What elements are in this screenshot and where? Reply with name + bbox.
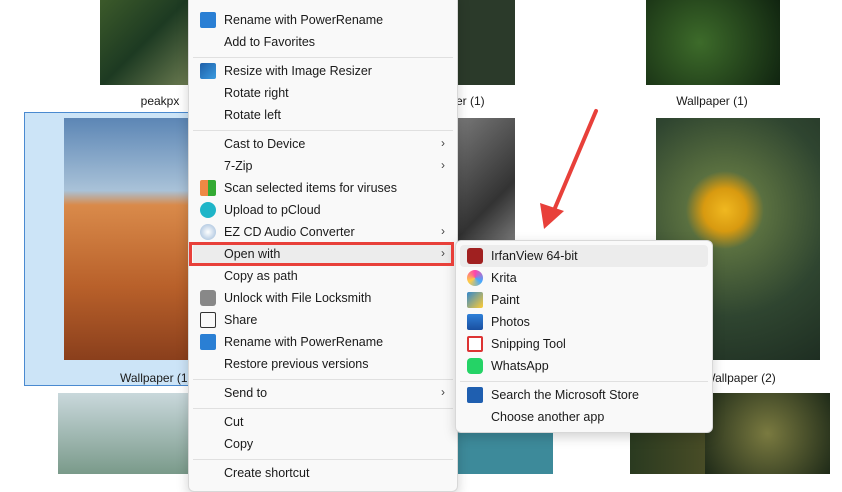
image-resizer-icon <box>200 63 216 79</box>
menu-item-restore-previous-versions[interactable]: Restore previous versions <box>193 353 453 375</box>
chevron-right-icon: › <box>441 136 445 150</box>
menu-item-label: WhatsApp <box>491 359 549 373</box>
menu-separator <box>460 381 708 382</box>
photos-icon <box>467 314 483 330</box>
menu-item-label: Rotate left <box>224 108 281 122</box>
menu-item-label: 7-Zip <box>224 159 253 173</box>
menu-separator <box>193 459 453 460</box>
menu-item-label: Copy <box>224 437 254 451</box>
menu-item-cut[interactable]: Cut <box>193 411 453 433</box>
powerrename-icon <box>200 334 216 350</box>
menu-item-label: Cut <box>224 415 244 429</box>
menu-item-snipping-tool[interactable]: Snipping Tool <box>460 333 708 355</box>
menu-item-label: Paint <box>491 293 520 307</box>
thumbnail[interactable] <box>455 0 515 85</box>
menu-item-share[interactable]: Share <box>193 309 453 331</box>
menu-item-irfanview-64-bit[interactable]: IrfanView 64-bit <box>460 245 708 267</box>
thumbnail[interactable] <box>58 393 188 474</box>
menu-item-label: Unlock with File Locksmith <box>224 291 372 305</box>
menu-item-ez-cd-audio-converter[interactable]: EZ CD Audio Converter › <box>193 221 453 243</box>
irfanview-icon <box>467 248 483 264</box>
menu-item-photos[interactable]: Photos <box>460 311 708 333</box>
menu-item-label: Cast to Device <box>224 137 306 151</box>
menu-separator <box>193 130 453 131</box>
menu-item-label: Snipping Tool <box>491 337 566 351</box>
menu-item-send-to[interactable]: Send to › <box>193 382 453 404</box>
menu-item-label: Copy as path <box>224 269 298 283</box>
tile-label: Wallpaper (1) <box>676 94 748 108</box>
snipping-tool-icon <box>467 336 483 352</box>
menu-item-label: Krita <box>491 271 517 285</box>
cd-icon <box>200 224 216 240</box>
menu-item-7-zip[interactable]: 7-Zip › <box>193 155 453 177</box>
menu-item-label: Photos <box>491 315 530 329</box>
share-icon <box>200 312 216 328</box>
menu-item-create-shortcut[interactable]: Create shortcut <box>193 462 453 484</box>
thumbnail[interactable] <box>705 393 830 474</box>
menu-item-paint[interactable]: Paint <box>460 289 708 311</box>
thumbnail[interactable] <box>455 430 553 474</box>
highlight-box <box>189 242 454 266</box>
tile-label: er (1) <box>456 94 485 108</box>
menu-item-label: IrfanView 64-bit <box>491 249 578 263</box>
whatsapp-icon <box>467 358 483 374</box>
annotation-arrow <box>540 109 598 229</box>
tile-label: Wallpaper (1 <box>120 371 188 385</box>
menu-item-label: Rename with PowerRename <box>224 13 384 27</box>
avg-icon <box>200 180 216 196</box>
menu-item-label: Rename with PowerRename <box>224 335 384 349</box>
powerrename-icon <box>200 12 216 28</box>
store-icon <box>467 387 483 403</box>
menu-item-krita[interactable]: Krita <box>460 267 708 289</box>
open-with-submenu: IrfanView 64-bit Krita Paint Photos Snipping… <box>455 240 713 433</box>
thumbnail-wallpaper-1[interactable] <box>646 0 780 85</box>
menu-item-label: Scan selected items for viruses <box>224 181 397 195</box>
menu-item-add-to-favorites[interactable]: Add to Favorites <box>193 31 453 53</box>
thumbnail-peakpx[interactable] <box>100 0 188 85</box>
menu-separator <box>193 57 453 58</box>
thumbnail-desert[interactable] <box>64 118 188 360</box>
lock-icon <box>200 290 216 306</box>
krita-icon <box>467 270 483 286</box>
menu-item-cast-to-device[interactable]: Cast to Device › <box>193 133 453 155</box>
menu-separator <box>193 379 453 380</box>
menu-item-label: Choose another app <box>491 410 605 424</box>
menu-item-whatsapp[interactable]: WhatsApp <box>460 355 708 377</box>
menu-separator <box>193 408 453 409</box>
menu-item-upload-to-pcloud[interactable]: Upload to pCloud <box>193 199 453 221</box>
menu-item-label: Add to Favorites <box>224 35 316 49</box>
menu-item-label: Share <box>224 313 258 327</box>
menu-item-label: Search the Microsoft Store <box>491 388 639 402</box>
menu-item-label: Restore previous versions <box>224 357 369 371</box>
menu-item-copy-as-path[interactable]: Copy as path <box>193 265 453 287</box>
chevron-right-icon: › <box>441 224 445 238</box>
menu-item-rotate-left[interactable]: Rotate left <box>193 104 453 126</box>
menu-item-label: Resize with Image Resizer <box>224 64 372 78</box>
menu-item-rotate-right[interactable]: Rotate right <box>193 82 453 104</box>
chevron-right-icon: › <box>441 385 445 399</box>
pcloud-icon <box>200 202 216 218</box>
menu-item-choose-another-app[interactable]: Choose another app <box>460 406 708 428</box>
paint-icon <box>467 292 483 308</box>
menu-item-label: Upload to pCloud <box>224 203 321 217</box>
chevron-right-icon: › <box>441 158 445 172</box>
menu-item-rename-with-powerrename[interactable]: Rename with PowerRename <box>193 9 453 31</box>
menu-item-label: EZ CD Audio Converter <box>224 225 355 239</box>
menu-item-rename-with-powerrename[interactable]: Rename with PowerRename <box>193 331 453 353</box>
menu-item-label: Send to <box>224 386 268 400</box>
menu-item-copy[interactable]: Copy <box>193 433 453 455</box>
menu-item-unlock-with-file-locksmith[interactable]: Unlock with File Locksmith <box>193 287 453 309</box>
menu-item-label: Rotate right <box>224 86 289 100</box>
menu-item-resize-with-image-resizer[interactable]: Resize with Image Resizer <box>193 60 453 82</box>
menu-item-label: Create shortcut <box>224 466 310 480</box>
menu-item-scan-selected-items-for-viruses[interactable]: Scan selected items for viruses <box>193 177 453 199</box>
menu-item-search-the-microsoft-store[interactable]: Search the Microsoft Store <box>460 384 708 406</box>
